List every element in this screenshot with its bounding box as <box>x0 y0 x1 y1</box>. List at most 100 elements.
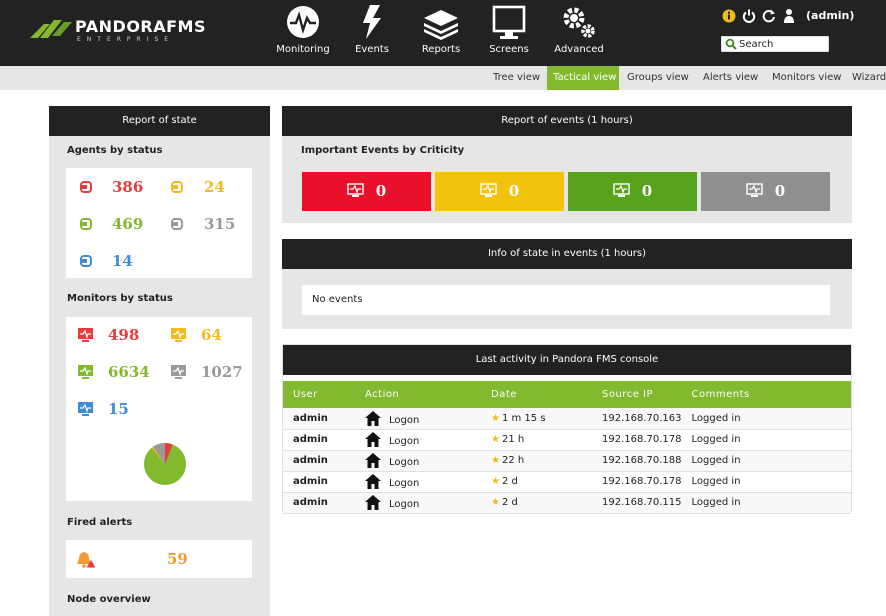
home-icon <box>365 410 381 426</box>
col-date[interactable]: Date <box>481 381 592 408</box>
row-date-label: 22 h <box>501 455 525 466</box>
table-row[interactable]: admin Logon ★ 1 m 15 s 192.168.70.163 Logged … <box>283 408 851 430</box>
search-box[interactable] <box>721 36 829 52</box>
agents-by-status-title: Agents by status <box>67 145 163 156</box>
row-comment: Logged in <box>681 429 851 451</box>
last-activity-panel: Last activity in Pandora FMS console Use… <box>282 344 852 514</box>
info-state-panel: Info of state in events (1 hours) No eve… <box>282 239 852 329</box>
fired-alerts-title: Fired alerts <box>67 517 133 528</box>
table-row[interactable]: admin Logon ★ 21 h 192.168.70.178 Logged in <box>283 429 851 451</box>
row-action: Logon <box>355 492 481 514</box>
row-user: admin <box>283 408 355 430</box>
row-comment: Logged in <box>681 450 851 472</box>
events-report-title: Report of events (1 hours) <box>282 106 852 136</box>
row-date-label: 2 d <box>501 497 518 508</box>
monitoring-icon <box>287 6 319 38</box>
brand-subtitle: ENTERPRISE <box>77 36 175 43</box>
row-date-label: 2 d <box>501 476 518 487</box>
refresh-icon[interactable] <box>762 9 776 23</box>
pandora-logo-icon <box>30 20 72 38</box>
monitor-icon <box>347 183 364 197</box>
power-icon[interactable] <box>742 9 756 23</box>
activity-table: User Action Date Source IP Comments admi… <box>283 381 851 514</box>
col-source-ip[interactable]: Source IP <box>592 381 682 408</box>
table-row[interactable]: admin Logon ★ 2 d 192.168.70.178 Logged in <box>283 471 851 493</box>
monitors-status-card: 498 64 6634 1027 15 <box>66 317 252 501</box>
row-comment: Logged in <box>681 408 851 430</box>
events-report-panel: Report of events (1 hours) Important Eve… <box>282 106 852 223</box>
table-row[interactable]: admin Logon ★ 2 d 192.168.70.115 Logged in <box>283 492 851 514</box>
monitor-normal-icon <box>78 365 93 379</box>
agent-critical-icon <box>80 181 92 193</box>
agents-critical-count[interactable]: 386 <box>112 178 143 196</box>
row-action: Logon <box>355 408 481 430</box>
sub-navigation: Tree view Tactical view Groups view Aler… <box>0 66 886 90</box>
reports-icon <box>424 10 458 40</box>
row-comment: Logged in <box>681 471 851 493</box>
nav-advanced[interactable]: Advanced <box>551 4 607 62</box>
unknown-events-box[interactable]: 0 <box>701 172 830 211</box>
tab-monitors-view[interactable]: Monitors view <box>772 66 841 90</box>
monitors-pie-chart[interactable] <box>143 442 187 486</box>
row-user: admin <box>283 471 355 493</box>
monitors-normal-count[interactable]: 6634 <box>108 363 150 381</box>
search-icon <box>725 38 737 50</box>
monitors-unknown-count[interactable]: 1027 <box>201 363 243 381</box>
row-action-label: Logon <box>389 499 420 510</box>
monitors-notinit-count[interactable]: 15 <box>108 400 129 418</box>
fired-alerts-count[interactable]: 59 <box>167 550 188 568</box>
star-icon: ★ <box>491 476 500 487</box>
pandora-logo[interactable]: PANDORAFMS ENTERPRISE <box>30 14 210 44</box>
monitors-warning-count[interactable]: 64 <box>201 326 222 344</box>
tab-tactical-view[interactable]: Tactical view <box>547 66 619 90</box>
tab-groups-view[interactable]: Groups view <box>627 66 689 90</box>
lightning-icon <box>363 5 381 39</box>
warning-events-box[interactable]: 0 <box>435 172 564 211</box>
warning-events-count: 0 <box>508 182 520 200</box>
gears-icon <box>563 7 595 38</box>
row-action: Logon <box>355 471 481 493</box>
critical-events-box[interactable]: 0 <box>302 172 431 211</box>
monitor-critical-icon <box>78 328 93 342</box>
row-date: ★ 2 d <box>481 471 592 493</box>
info-state-title: Info of state in events (1 hours) <box>282 239 852 269</box>
monitor-notinit-icon <box>78 402 93 416</box>
agents-unknown-count[interactable]: 315 <box>204 215 235 233</box>
nav-screens[interactable]: Screens <box>486 4 532 62</box>
agent-notinit-icon <box>80 255 92 267</box>
col-comments[interactable]: Comments <box>681 381 851 408</box>
agents-normal-count[interactable]: 469 <box>112 215 143 233</box>
nav-events[interactable]: Events <box>352 4 392 62</box>
row-action-label: Logon <box>389 457 420 468</box>
agents-warning-count[interactable]: 24 <box>204 178 225 196</box>
row-action-label: Logon <box>389 436 420 447</box>
home-icon <box>365 432 381 447</box>
row-source-ip: 192.168.70.178 <box>592 429 682 451</box>
row-source-ip: 192.168.70.178 <box>592 471 682 493</box>
last-activity-title: Last activity in Pandora FMS console <box>283 345 851 375</box>
nav-reports[interactable]: Reports <box>418 4 464 62</box>
monitors-critical-count[interactable]: 498 <box>108 326 139 344</box>
agents-notinit-count[interactable]: 14 <box>112 252 133 270</box>
nav-monitoring-label: Monitoring <box>276 44 330 55</box>
activity-header-row: User Action Date Source IP Comments <box>283 381 851 408</box>
col-action[interactable]: Action <box>355 381 481 408</box>
row-date-label: 21 h <box>501 434 525 445</box>
agent-unknown-icon <box>171 218 183 230</box>
table-row[interactable]: admin Logon ★ 22 h 192.168.70.188 Logged in <box>283 450 851 472</box>
search-input[interactable] <box>739 38 827 51</box>
star-icon: ★ <box>491 497 500 508</box>
row-source-ip: 192.168.70.188 <box>592 450 682 472</box>
tab-tree-view[interactable]: Tree view <box>493 66 540 90</box>
tab-alerts-view[interactable]: Alerts view <box>703 66 758 90</box>
info-icon[interactable] <box>722 9 736 23</box>
tab-wizard[interactable]: Wizard <box>852 66 886 90</box>
monitor-warning-icon <box>171 328 186 342</box>
col-user[interactable]: User <box>283 381 355 408</box>
star-icon: ★ <box>491 412 500 424</box>
nav-reports-label: Reports <box>421 44 461 55</box>
nav-monitoring[interactable]: Monitoring <box>274 4 332 62</box>
user-name[interactable]: (admin) <box>806 9 854 22</box>
normal-events-box[interactable]: 0 <box>568 172 697 211</box>
user-icon[interactable] <box>783 8 795 24</box>
